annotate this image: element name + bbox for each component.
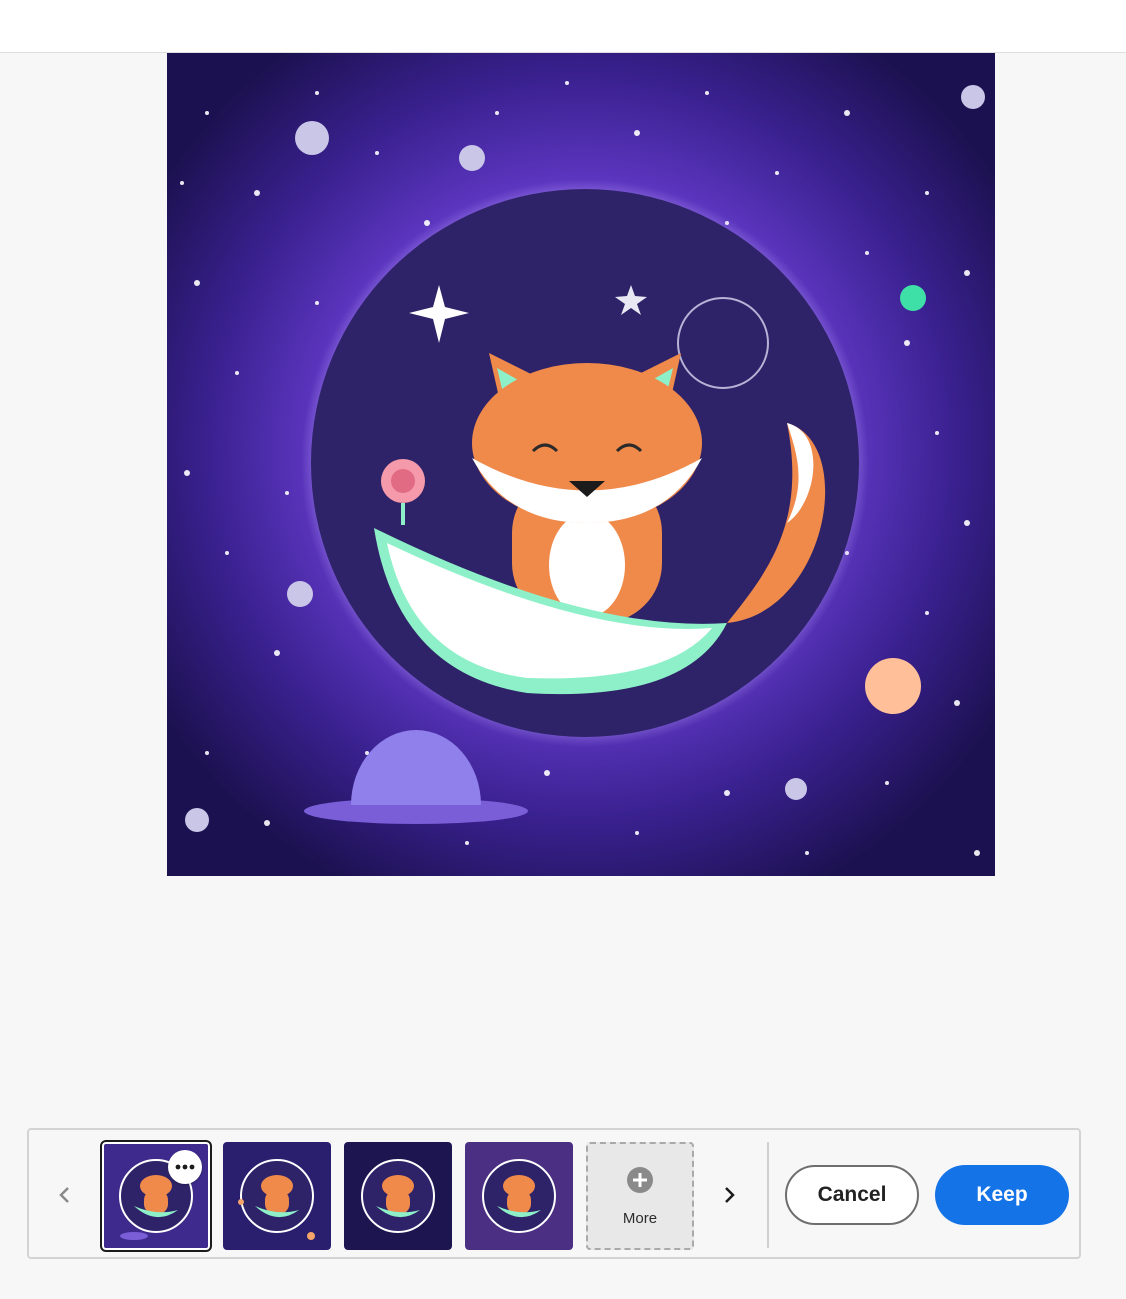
previous-button[interactable] (53, 1180, 77, 1210)
generated-image-preview (167, 53, 995, 876)
next-button[interactable] (717, 1180, 741, 1210)
keep-button[interactable]: Keep (935, 1165, 1069, 1225)
top-bar (0, 0, 1126, 53)
more-horizontal-icon (175, 1164, 195, 1170)
chevron-left-icon (59, 1187, 69, 1203)
more-label: More (622, 1210, 658, 1227)
cancel-button[interactable]: Cancel (785, 1165, 919, 1225)
variation-thumbnail-4[interactable] (465, 1142, 573, 1250)
variation-thumbnail-3[interactable] (344, 1142, 452, 1250)
variation-thumbnail-2[interactable] (223, 1142, 331, 1250)
more-variations-button[interactable]: More (586, 1142, 694, 1250)
chevron-right-icon (725, 1187, 735, 1203)
more-options-button[interactable] (168, 1150, 202, 1184)
variation-thumbnail-1[interactable] (100, 1140, 212, 1252)
variations-strip: More Cancel Keep (27, 1128, 1081, 1259)
plus-circle-icon (627, 1167, 653, 1193)
divider (767, 1142, 769, 1248)
